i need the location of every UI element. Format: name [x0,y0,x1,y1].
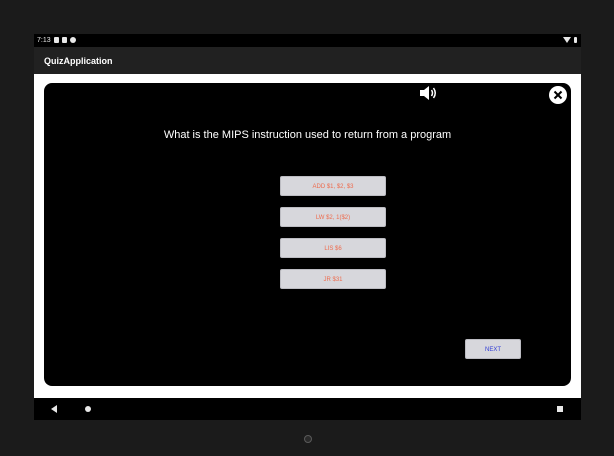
back-icon[interactable] [51,405,57,413]
quiz-card: What is the MIPS instruction used to ret… [44,83,571,386]
wifi-icon [563,37,571,43]
sim-icon [54,37,59,43]
question-text: What is the MIPS instruction used to ret… [163,129,452,141]
battery-icon [574,37,577,43]
settings-icon [62,37,67,43]
option-button-2[interactable]: LW $2, 1($2) [280,207,386,227]
close-icon[interactable] [549,86,567,104]
device-screen: 7:13 QuizApplication What is the MIPS in… [34,34,581,420]
status-time: 7:13 [37,37,51,44]
status-bar: 7:13 [34,34,581,47]
app-bar: QuizApplication [34,47,581,74]
navigation-bar [34,398,581,420]
next-button[interactable]: NEXT [465,339,521,359]
recents-icon[interactable] [557,406,563,412]
option-button-3[interactable]: LIS $6 [280,238,386,258]
option-button-4[interactable]: JR $31 [280,269,386,289]
home-icon[interactable] [85,406,91,412]
option-button-1[interactable]: ADD $1, $2, $3 [280,176,386,196]
status-notification-icons [54,37,76,43]
camera-icon [304,435,312,443]
app-title: QuizApplication [44,56,113,66]
tablet-device: 7:13 QuizApplication What is the MIPS in… [0,0,614,456]
sync-icon [70,37,76,43]
content-area: What is the MIPS instruction used to ret… [34,74,581,398]
status-system-icons [563,37,577,43]
volume-icon[interactable] [418,84,438,102]
